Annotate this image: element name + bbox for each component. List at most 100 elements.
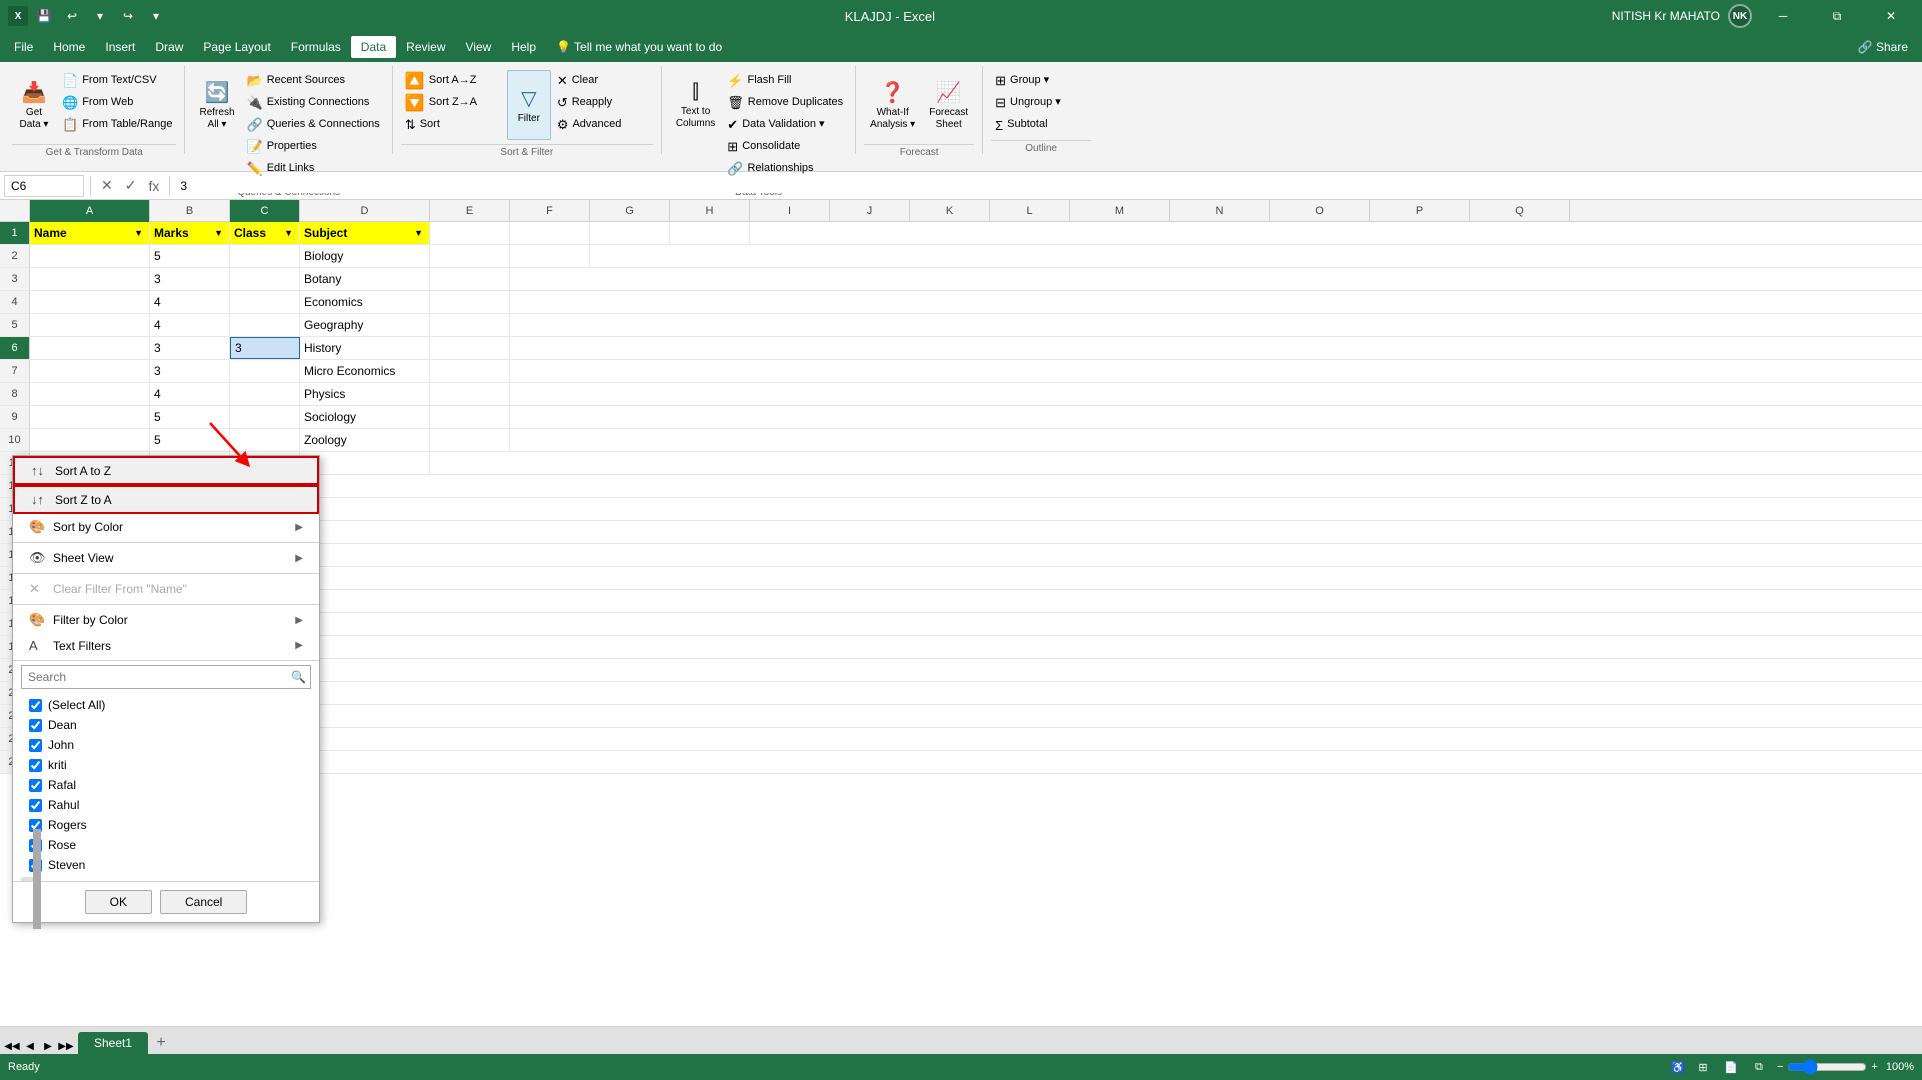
cell-d10[interactable]: Zoology bbox=[300, 429, 430, 451]
filter-item-rose[interactable]: Rose bbox=[13, 835, 319, 855]
cell-c7[interactable] bbox=[230, 360, 300, 382]
filter-item-rahul[interactable]: Rahul bbox=[13, 795, 319, 815]
cell-a6[interactable] bbox=[30, 337, 150, 359]
col-header-k[interactable]: K bbox=[910, 200, 990, 222]
col-header-f[interactable]: F bbox=[510, 200, 590, 222]
filter-sort-az[interactable]: ↑↓ Sort A to Z bbox=[13, 456, 319, 485]
add-sheet-button[interactable]: + bbox=[150, 1032, 172, 1054]
edit-links-button[interactable]: ✏️ Edit Links bbox=[243, 158, 384, 180]
filter-arrow-class[interactable]: ▼ bbox=[282, 228, 295, 238]
flash-fill-button[interactable]: ⚡ Flash Fill bbox=[723, 70, 847, 92]
checkbox-rahul[interactable] bbox=[29, 799, 42, 812]
cell-b4[interactable]: 4 bbox=[150, 291, 230, 313]
cell-b3[interactable]: 3 bbox=[150, 268, 230, 290]
cell-g1[interactable] bbox=[590, 222, 670, 244]
from-table-button[interactable]: 📋 From Table/Range bbox=[58, 114, 176, 136]
cell-c10[interactable] bbox=[230, 429, 300, 451]
cell-c6[interactable]: 3 bbox=[230, 337, 300, 359]
col-header-l[interactable]: L bbox=[990, 200, 1070, 222]
cell-c8[interactable] bbox=[230, 383, 300, 405]
cell-c9[interactable] bbox=[230, 406, 300, 428]
col-header-b[interactable]: B bbox=[150, 200, 230, 222]
sort-button[interactable]: ⇅ Sort bbox=[401, 114, 501, 136]
sheet-nav-next[interactable]: ▶ bbox=[40, 1038, 56, 1054]
zoom-slider[interactable]: − + bbox=[1777, 1059, 1878, 1075]
cell-b1[interactable]: Marks ▼ bbox=[150, 222, 230, 244]
cell-c3[interactable] bbox=[230, 268, 300, 290]
sort-az-button[interactable]: 🔼 Sort A→Z bbox=[401, 70, 501, 92]
col-header-i[interactable]: I bbox=[750, 200, 830, 222]
cell-d6[interactable]: History bbox=[300, 337, 430, 359]
filter-clear-filter[interactable]: ✕ Clear Filter From "Name" bbox=[13, 576, 319, 602]
from-web-button[interactable]: 🌐 From Web bbox=[58, 92, 176, 114]
cell-reference-box[interactable]: C6 bbox=[4, 175, 84, 197]
menu-review[interactable]: Review bbox=[396, 36, 455, 58]
confirm-formula-button[interactable]: ✓ bbox=[121, 175, 141, 196]
menu-home[interactable]: Home bbox=[43, 36, 95, 58]
ungroup-button[interactable]: ⊟ Ungroup ▾ bbox=[991, 92, 1091, 114]
cell-a5[interactable] bbox=[30, 314, 150, 336]
recent-sources-button[interactable]: 📂 Recent Sources bbox=[243, 70, 384, 92]
cell-b2[interactable]: 5 bbox=[150, 245, 230, 267]
cell-a8[interactable] bbox=[30, 383, 150, 405]
checkbox-dean[interactable] bbox=[29, 719, 42, 732]
cell-e10[interactable] bbox=[430, 429, 510, 451]
cell-d1[interactable]: Subject ▼ bbox=[300, 222, 430, 244]
cell-a10[interactable] bbox=[30, 429, 150, 451]
undo-button[interactable]: ↩ bbox=[60, 4, 84, 28]
advanced-button[interactable]: ⚙ Advanced bbox=[553, 114, 653, 136]
remove-duplicates-button[interactable]: 🗑 Remove Duplicates bbox=[723, 92, 847, 114]
menu-insert[interactable]: Insert bbox=[95, 36, 145, 58]
page-break-view-button[interactable]: ⧉ bbox=[1749, 1057, 1769, 1077]
checkbox-rafal[interactable] bbox=[29, 779, 42, 792]
filter-item-john[interactable]: John bbox=[13, 735, 319, 755]
filter-item-dean[interactable]: Dean bbox=[13, 715, 319, 735]
cell-d7[interactable]: Micro Economics bbox=[300, 360, 430, 382]
col-header-o[interactable]: O bbox=[1270, 200, 1370, 222]
sort-za-button[interactable]: 🔽 Sort Z→A bbox=[401, 92, 501, 114]
cell-c1[interactable]: Class ▼ bbox=[230, 222, 300, 244]
cell-c5[interactable] bbox=[230, 314, 300, 336]
filter-search-input[interactable] bbox=[26, 668, 291, 686]
existing-connections-button[interactable]: 🔌 Existing Connections bbox=[243, 92, 384, 114]
filter-dropdown-menu[interactable]: ↑↓ Sort A to Z ↓↑ Sort Z to A 🎨 Sort by … bbox=[12, 455, 320, 923]
cell-b9[interactable]: 5 bbox=[150, 406, 230, 428]
col-header-g[interactable]: G bbox=[590, 200, 670, 222]
cancel-formula-button[interactable]: ✕ bbox=[97, 175, 117, 196]
zoom-in-icon[interactable]: + bbox=[1871, 1061, 1877, 1073]
filter-item-kriti[interactable]: kriti bbox=[13, 755, 319, 775]
cell-d9[interactable]: Sociology bbox=[300, 406, 430, 428]
normal-view-button[interactable]: ⊞ bbox=[1693, 1057, 1713, 1077]
menu-view[interactable]: View bbox=[456, 36, 502, 58]
clear-button[interactable]: ✕ Clear bbox=[553, 70, 653, 92]
col-header-m[interactable]: M bbox=[1070, 200, 1170, 222]
cell-c2[interactable] bbox=[230, 245, 300, 267]
user-avatar[interactable]: NK bbox=[1728, 4, 1752, 28]
consolidate-button[interactable]: ⊞ Consolidate bbox=[723, 136, 847, 158]
menu-draw[interactable]: Draw bbox=[145, 36, 193, 58]
col-header-a[interactable]: A bbox=[30, 200, 150, 222]
col-header-e[interactable]: E bbox=[430, 200, 510, 222]
cell-e5[interactable] bbox=[430, 314, 510, 336]
cell-f2[interactable] bbox=[510, 245, 590, 267]
menu-formulas[interactable]: Formulas bbox=[281, 36, 351, 58]
sheet-tab-sheet1[interactable]: Sheet1 bbox=[78, 1032, 148, 1054]
col-header-h[interactable]: H bbox=[670, 200, 750, 222]
cell-e3[interactable] bbox=[430, 268, 510, 290]
filter-ok-button[interactable]: OK bbox=[85, 890, 152, 914]
cell-a9[interactable] bbox=[30, 406, 150, 428]
close-button[interactable]: ✕ bbox=[1868, 0, 1914, 32]
filter-search-box[interactable]: 🔍 bbox=[21, 665, 311, 689]
customize-qat-button[interactable]: ▾ bbox=[144, 4, 168, 28]
redo-button[interactable]: ↪ bbox=[116, 4, 140, 28]
cell-a2[interactable] bbox=[30, 245, 150, 267]
text-to-columns-button[interactable]: ⫿ Text toColumns bbox=[670, 70, 721, 140]
col-header-c[interactable]: C bbox=[230, 200, 300, 222]
minimize-button[interactable]: ─ bbox=[1760, 0, 1806, 32]
menu-help[interactable]: Help bbox=[501, 36, 546, 58]
queries-connections-button[interactable]: 🔗 Queries & Connections bbox=[243, 114, 384, 136]
cell-d8[interactable]: Physics bbox=[300, 383, 430, 405]
checkbox-john[interactable] bbox=[29, 739, 42, 752]
cell-a3[interactable] bbox=[30, 268, 150, 290]
cell-e7[interactable] bbox=[430, 360, 510, 382]
